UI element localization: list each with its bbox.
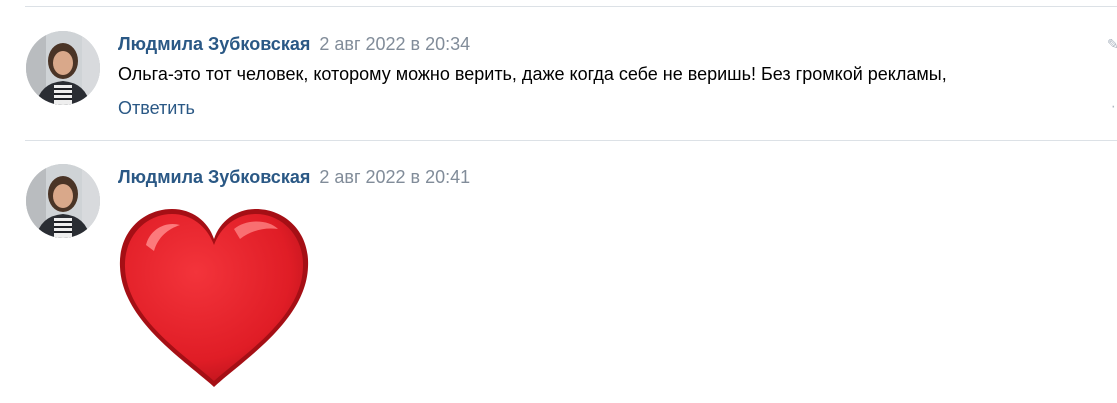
avatar[interactable] bbox=[26, 164, 100, 238]
avatar-photo bbox=[26, 31, 100, 105]
more-icon[interactable]: ⋯ bbox=[1111, 99, 1117, 113]
red-heart-sticker bbox=[119, 209, 309, 387]
avatar[interactable] bbox=[26, 31, 100, 105]
reply-button[interactable]: Ответить bbox=[118, 97, 195, 119]
comment-header: Людмила Зубковская 2 авг 2022 в 20:41 bbox=[118, 166, 470, 188]
comment-timestamp[interactable]: 2 авг 2022 в 20:34 bbox=[319, 34, 470, 54]
comment-item: Людмила Зубковская 2 авг 2022 в 20:34 Ол… bbox=[0, 0, 1117, 140]
comments-feed: Людмила Зубковская 2 авг 2022 в 20:34 Ол… bbox=[0, 0, 1117, 403]
comment-header: Людмила Зубковская 2 авг 2022 в 20:34 bbox=[118, 33, 470, 55]
author-name[interactable]: Людмила Зубковская bbox=[118, 167, 310, 187]
comment-timestamp[interactable]: 2 авг 2022 в 20:41 bbox=[319, 167, 470, 187]
pencil-icon[interactable]: ✎ bbox=[1107, 37, 1117, 51]
author-name[interactable]: Людмила Зубковская bbox=[118, 34, 310, 54]
avatar-photo bbox=[26, 164, 100, 238]
comment-text: Ольга-это тот человек, которому можно ве… bbox=[118, 64, 947, 84]
